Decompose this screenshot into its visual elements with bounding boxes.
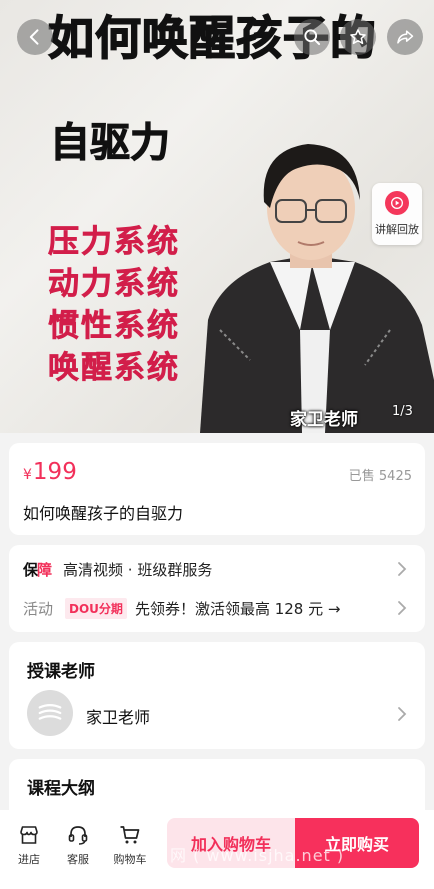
system-item: 唤醒系统 bbox=[48, 350, 180, 387]
cart-label: 购物车 bbox=[113, 853, 147, 866]
system-item: 惯性系统 bbox=[48, 308, 180, 345]
logo-icon bbox=[38, 703, 62, 720]
star-icon bbox=[350, 29, 366, 45]
service-label: 客服 bbox=[67, 853, 89, 866]
back-button[interactable] bbox=[17, 19, 53, 55]
favorite-button[interactable] bbox=[340, 19, 376, 55]
teacher-avatar[interactable] bbox=[27, 690, 73, 736]
chevron-right-icon[interactable] bbox=[393, 704, 411, 724]
service-card: 保障 高清视频 · 班级群服务 活动 DOU分期 先领券！激活领最高 128 元… bbox=[9, 545, 425, 632]
search-button[interactable] bbox=[294, 19, 330, 55]
activity-label: 活动 bbox=[23, 599, 54, 618]
share-icon bbox=[397, 30, 414, 44]
sold-count: 已售 5425 bbox=[348, 469, 412, 484]
replay-button[interactable]: 讲解回放 bbox=[372, 183, 422, 245]
play-icon bbox=[385, 191, 409, 215]
dou-installment-tag: DOU分期 bbox=[65, 597, 127, 619]
add-to-cart-button[interactable]: 加入购物车 bbox=[167, 818, 295, 868]
bottom-action-bar: 进店 客服 购物车 加入购物车 立即购买 网 ( www.isjha.net ) bbox=[0, 810, 434, 889]
system-item: 动力系统 bbox=[48, 266, 180, 303]
share-button[interactable] bbox=[387, 19, 423, 55]
cart-icon bbox=[120, 826, 140, 844]
teacher-section-title: 授课老师 bbox=[27, 662, 95, 682]
page-indicator: 1/3 bbox=[392, 404, 413, 419]
buy-now-button[interactable]: 立即购买 bbox=[295, 818, 419, 868]
hero-subtitle: 自驱力 bbox=[50, 120, 171, 167]
chevron-left-icon bbox=[29, 29, 39, 45]
guarantee-badge: 保障 bbox=[23, 560, 52, 579]
chevron-right-icon bbox=[398, 562, 407, 576]
teacher-name[interactable]: 家卫老师 bbox=[86, 704, 150, 728]
currency-symbol: ¥ bbox=[23, 467, 32, 483]
guarantee-text: 高清视频 · 班级群服务 bbox=[63, 560, 213, 579]
product-title: 如何唤醒孩子的自驱力 bbox=[23, 504, 184, 523]
store-label: 进店 bbox=[18, 853, 40, 866]
customer-service-button[interactable]: 客服 bbox=[56, 823, 100, 867]
outline-section-title: 课程大纲 bbox=[27, 779, 95, 799]
teacher-name-tag: 家卫老师 bbox=[290, 410, 358, 430]
price: ¥199 bbox=[23, 459, 77, 485]
search-icon bbox=[304, 29, 321, 46]
system-item: 压力系统 bbox=[48, 224, 180, 261]
store-icon bbox=[20, 826, 38, 844]
teacher-photo bbox=[190, 130, 434, 433]
activity-row[interactable]: 活动 DOU分期 先领券！激活领最高 128 元 → bbox=[23, 596, 411, 620]
teacher-card: 授课老师 家卫老师 bbox=[9, 642, 425, 749]
chevron-right-icon bbox=[398, 601, 407, 615]
replay-label: 讲解回放 bbox=[375, 223, 419, 236]
price-card: ¥199 已售 5425 如何唤醒孩子的自驱力 bbox=[9, 443, 425, 535]
headset-icon bbox=[68, 826, 88, 845]
store-button[interactable]: 进店 bbox=[7, 823, 51, 867]
activity-text: 先领券！激活领最高 128 元 → bbox=[134, 599, 341, 618]
guarantee-row[interactable]: 保障 高清视频 · 班级群服务 bbox=[23, 557, 411, 581]
cart-button[interactable]: 购物车 bbox=[108, 823, 152, 867]
systems-list: 压力系统 动力系统 惯性系统 唤醒系统 bbox=[48, 222, 180, 388]
product-image-carousel[interactable]: 如何唤醒孩子的 自驱力 压力系统 动力系统 惯性系统 唤醒系统 家卫老师 1/3… bbox=[0, 0, 434, 433]
price-value: 199 bbox=[32, 459, 77, 485]
